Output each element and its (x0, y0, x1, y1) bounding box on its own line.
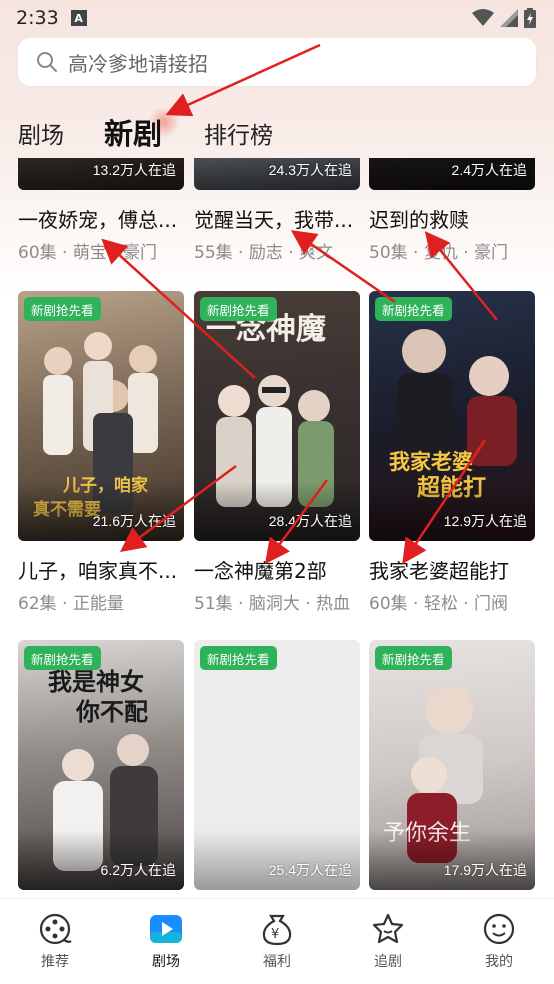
film-reel-icon (37, 911, 73, 947)
drama-poster[interactable]: 2.4万人在追 (369, 158, 535, 190)
nav-theater[interactable]: 剧场 (131, 911, 201, 971)
viewer-count: 12.9万人在追 (443, 513, 527, 529)
nav-label: 推荐 (41, 954, 69, 970)
nav-welfare[interactable]: ¥ 福利 (242, 911, 312, 971)
drama-meta: 60集 · 萌宝 · 豪门 (18, 243, 158, 263)
drama-poster[interactable]: 予你余生 新剧抢先看 17.9万人在追 (369, 640, 535, 890)
viewer-count: 17.9万人在追 (443, 862, 527, 878)
viewer-count: 13.2万人在追 (92, 162, 176, 178)
bottom-nav: 推荐 剧场 ¥ 福利 追剧 我的 (0, 898, 554, 984)
drama-meta: 60集 · 轻松 · 门阀 (369, 594, 509, 614)
drama-poster[interactable]: 新剧抢先看 25.4万人在追 (194, 640, 360, 890)
svg-text:我是神女: 我是神女 (48, 667, 144, 696)
drama-title[interactable]: 迟到的救赎 (369, 204, 539, 233)
search-placeholder: 高冷爹地请接招 (68, 51, 208, 76)
drama-poster[interactable]: 24.3万人在追 (194, 158, 360, 190)
drama-meta: 50集 · 复仇 · 豪门 (369, 243, 509, 263)
play-icon (148, 911, 184, 947)
status-time: 2:33 (16, 7, 59, 29)
drama-poster[interactable]: 一念神魔 新剧抢先看 28.4万人在追 (194, 291, 360, 541)
drama-title[interactable]: 一念神魔第2部 (194, 555, 364, 584)
nav-label: 追剧 (374, 954, 402, 970)
viewer-count: 2.4万人在追 (451, 162, 527, 178)
status-indicators (472, 8, 536, 28)
nav-recommend[interactable]: 推荐 (20, 911, 90, 971)
signal-icon (500, 9, 518, 27)
yuan-bag-icon: ¥ (259, 911, 295, 947)
viewer-count: 6.2万人在追 (100, 862, 176, 878)
battery-icon (524, 8, 536, 28)
wifi-icon (472, 9, 494, 26)
smiley-face-icon (481, 911, 517, 947)
drama-poster[interactable]: 儿子，咱家 真不需要 新剧抢先看 21.6万人在追 (18, 291, 184, 541)
tab-new-drama[interactable]: 新剧 (104, 111, 162, 153)
svg-text:我家老婆: 我家老婆 (389, 450, 473, 474)
new-drama-badge: 新剧抢先看 (200, 297, 277, 321)
drama-poster[interactable]: 我家老婆 超能打 新剧抢先看 12.9万人在追 (369, 291, 535, 541)
drama-title[interactable]: 儿子，咱家真不... (18, 555, 188, 584)
nav-label: 剧场 (152, 954, 180, 970)
tab-ranking[interactable]: 排行榜 (204, 116, 273, 150)
drama-poster[interactable]: 我是神女 你不配 新剧抢先看 6.2万人在追 (18, 640, 184, 890)
new-drama-badge: 新剧抢先看 (200, 646, 277, 670)
star-icon (370, 911, 406, 947)
nav-follow[interactable]: 追剧 (353, 911, 423, 971)
new-drama-badge: 新剧抢先看 (24, 646, 101, 670)
nav-label: 福利 (263, 954, 291, 970)
drama-meta: 62集 · 正能量 (18, 594, 124, 614)
drama-poster[interactable]: 13.2万人在追 (18, 158, 184, 190)
nav-label: 我的 (485, 954, 513, 970)
viewer-count: 25.4万人在追 (268, 862, 352, 878)
drama-meta: 51集 · 脑洞大 · 热血 (194, 594, 351, 614)
viewer-count: 24.3万人在追 (268, 162, 352, 178)
status-bar: 2:33 A (0, 0, 554, 36)
drama-meta: 55集 · 励志 · 爽文 (194, 243, 334, 263)
drama-title[interactable]: 觉醒当天，我带... (194, 204, 364, 233)
search-bar[interactable]: 高冷爹地请接招 (18, 38, 536, 86)
viewer-count: 28.4万人在追 (268, 513, 352, 529)
new-drama-badge: 新剧抢先看 (24, 297, 101, 321)
nav-mine[interactable]: 我的 (464, 911, 534, 971)
drama-grid: 13.2万人在追 一夜娇宠，傅总... 60集 · 萌宝 · 豪门 24.3万人… (0, 158, 554, 898)
new-drama-badge: 新剧抢先看 (375, 297, 452, 321)
top-tabs: 剧场 新剧 排行榜 (0, 108, 554, 158)
new-drama-badge: 新剧抢先看 (375, 646, 452, 670)
svg-text:你不配: 你不配 (75, 697, 148, 726)
drama-title[interactable]: 我家老婆超能打 (369, 555, 539, 584)
search-icon (37, 52, 57, 72)
tab-theater[interactable]: 剧场 (18, 116, 64, 150)
notification-icon: A (70, 10, 87, 26)
viewer-count: 21.6万人在追 (92, 513, 176, 529)
svg-text:¥: ¥ (271, 927, 279, 942)
drama-title[interactable]: 一夜娇宠，傅总... (18, 204, 188, 233)
